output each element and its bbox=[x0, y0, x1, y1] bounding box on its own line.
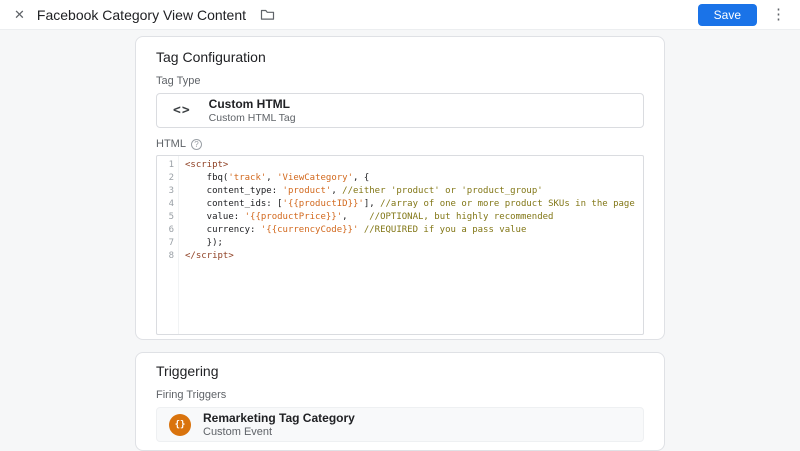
tag-type-label: Tag Type bbox=[156, 75, 644, 88]
trigger-text: Remarketing Tag Category Custom Event bbox=[203, 411, 355, 438]
html-code-editor[interactable]: 12345678 <script> fbq('track', 'ViewCate… bbox=[156, 155, 644, 335]
tag-configuration-title: Tag Configuration bbox=[156, 49, 644, 65]
code-gutter: 12345678 bbox=[157, 156, 179, 334]
custom-html-icon: <> bbox=[173, 103, 191, 118]
triggering-title: Triggering bbox=[156, 363, 644, 379]
page-title: Facebook Category View Content bbox=[37, 7, 246, 23]
more-options-icon[interactable]: ⋮ bbox=[771, 7, 786, 22]
main-content: Tag Configuration Tag Type <> Custom HTM… bbox=[0, 30, 800, 451]
triggering-card: Triggering Firing Triggers {} Remarketin… bbox=[135, 352, 665, 451]
header-left: ✕ Facebook Category View Content bbox=[14, 7, 275, 23]
code-lines[interactable]: <script> fbq('track', 'ViewCategory', { … bbox=[179, 156, 643, 334]
html-field-label-row: HTML ? bbox=[156, 138, 644, 151]
tag-type-description: Custom HTML Tag bbox=[209, 112, 296, 124]
html-label: HTML bbox=[156, 138, 186, 151]
header: ✕ Facebook Category View Content Save ⋮ bbox=[0, 0, 800, 30]
firing-triggers-label: Firing Triggers bbox=[156, 389, 644, 402]
folder-icon[interactable] bbox=[260, 8, 275, 21]
trigger-type: Custom Event bbox=[203, 426, 355, 438]
tag-type-name: Custom HTML bbox=[209, 97, 296, 111]
tag-type-selector[interactable]: <> Custom HTML Custom HTML Tag bbox=[156, 93, 644, 128]
header-right: Save ⋮ bbox=[698, 4, 786, 26]
tag-type-text: Custom HTML Custom HTML Tag bbox=[209, 97, 296, 124]
trigger-name: Remarketing Tag Category bbox=[203, 411, 355, 425]
custom-event-icon: {} bbox=[169, 414, 191, 436]
tag-configuration-card: Tag Configuration Tag Type <> Custom HTM… bbox=[135, 36, 665, 340]
gtm-tag-editor: ✕ Facebook Category View Content Save ⋮ … bbox=[0, 0, 800, 451]
trigger-item[interactable]: {} Remarketing Tag Category Custom Event bbox=[156, 407, 644, 442]
help-icon[interactable]: ? bbox=[191, 139, 202, 150]
save-button[interactable]: Save bbox=[698, 4, 757, 26]
close-icon[interactable]: ✕ bbox=[14, 8, 25, 21]
